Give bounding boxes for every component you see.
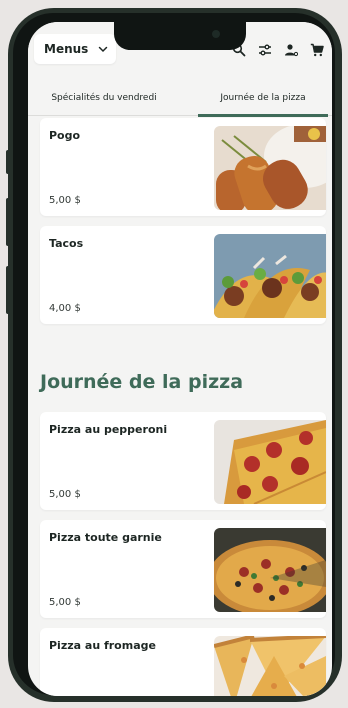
tab-pizza-day[interactable]: Journée de la pizza xyxy=(198,80,328,116)
menu-item-price: 5,00 $ xyxy=(49,195,81,206)
menu-item-card[interactable]: Pizza au fromage xyxy=(40,628,326,696)
phone-volume-up xyxy=(6,198,11,246)
menu-item-name: Tacos xyxy=(49,237,84,250)
menu-item-card[interactable]: Tacos 4,00 $ xyxy=(40,226,326,324)
menu-item-name: Pizza au pepperoni xyxy=(49,423,168,436)
phone-screen: Menus Spécialités du vendredi Journée de… xyxy=(28,22,332,696)
user-icon xyxy=(285,44,298,57)
header-actions xyxy=(232,42,324,58)
tacos-image xyxy=(214,234,326,318)
cart-button[interactable] xyxy=(310,43,324,57)
menus-dropdown[interactable]: Menus xyxy=(34,34,116,64)
account-button[interactable] xyxy=(284,43,298,57)
menu-tabs: Spécialités du vendredi Journée de la pi… xyxy=(28,80,332,117)
filter-icon xyxy=(259,44,271,56)
cheese-pizza-image xyxy=(214,636,326,696)
active-tab-indicator xyxy=(198,114,328,117)
phone-side-button xyxy=(6,150,11,174)
menu-item-price: 5,00 $ xyxy=(49,489,81,500)
menu-item-name: Pizza au fromage xyxy=(49,639,156,652)
phone-volume-down xyxy=(6,266,11,314)
cart-icon xyxy=(310,43,324,57)
pizza-section-title: Journée de la pizza xyxy=(40,371,244,393)
menu-item-card[interactable]: Pizza au pepperoni 5,00 $ xyxy=(40,412,326,510)
chevron-down-icon xyxy=(99,46,108,53)
menu-item-name: Pizza toute garnie xyxy=(49,531,162,544)
menu-item-name: Pogo xyxy=(49,129,81,142)
menus-dropdown-label: Menus xyxy=(44,42,89,56)
menu-item-card[interactable]: Pizza toute garnie 5,00 $ xyxy=(40,520,326,618)
menu-item-card[interactable]: Pogo 5,00 $ xyxy=(40,118,326,216)
menu-item-price: 5,00 $ xyxy=(49,597,81,608)
pepperoni-pizza-image xyxy=(214,420,326,504)
phone-notch xyxy=(114,22,246,50)
corn-dog-image xyxy=(214,126,326,210)
tab-friday-specials[interactable]: Spécialités du vendredi xyxy=(28,80,180,116)
menu-item-price: 4,00 $ xyxy=(49,303,81,314)
filter-button[interactable] xyxy=(258,43,272,57)
all-dressed-pizza-image xyxy=(214,528,326,612)
